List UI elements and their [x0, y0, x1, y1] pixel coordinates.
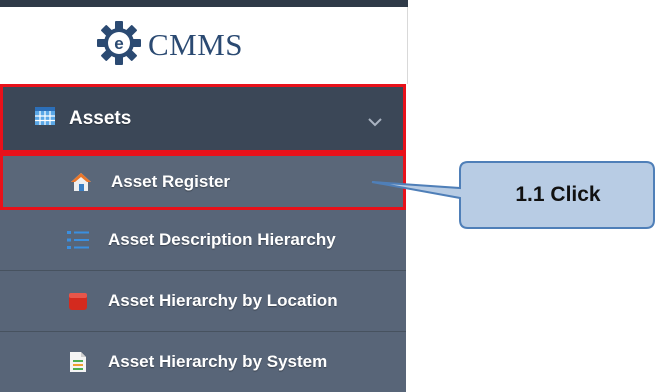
menu-item-label: Asset Register: [111, 171, 231, 191]
section-label: Assets: [69, 107, 132, 129]
sidebar: e CMMS Assets Asset Register Asset Descr…: [0, 0, 408, 392]
app-logo[interactable]: e CMMS: [0, 7, 408, 84]
grid-table-icon: [35, 106, 55, 131]
sidebar-top-bar: [0, 0, 408, 7]
chevron-down-icon[interactable]: [367, 111, 383, 133]
callout-text: 1.1 Click: [515, 183, 601, 206]
menu-item-label: Asset Description Hierarchy: [108, 230, 336, 249]
menu-section-assets[interactable]: Assets: [0, 84, 406, 153]
menu-item-asset-description-hierarchy[interactable]: Asset Description Hierarchy: [0, 210, 406, 271]
menu-item-label: Asset Hierarchy by System: [108, 352, 328, 371]
svg-text:e: e: [114, 34, 123, 53]
list-icon: [66, 230, 90, 250]
home-icon: [69, 172, 93, 192]
gear-e-icon: e: [96, 20, 142, 71]
menu-item-asset-register[interactable]: Asset Register: [0, 153, 406, 210]
logo-text: CMMS: [148, 27, 244, 62]
menu-item-asset-hierarchy-location[interactable]: Asset Hierarchy by Location: [0, 271, 406, 332]
menu-item-asset-hierarchy-system[interactable]: Asset Hierarchy by System: [0, 332, 406, 392]
red-box-icon: [66, 291, 90, 311]
logo-group: e CMMS: [96, 20, 244, 71]
screenshot-stage: e CMMS Assets Asset Register Asset Descr…: [0, 0, 662, 392]
document-icon: [66, 351, 90, 373]
menu-item-label: Asset Hierarchy by Location: [108, 291, 338, 310]
